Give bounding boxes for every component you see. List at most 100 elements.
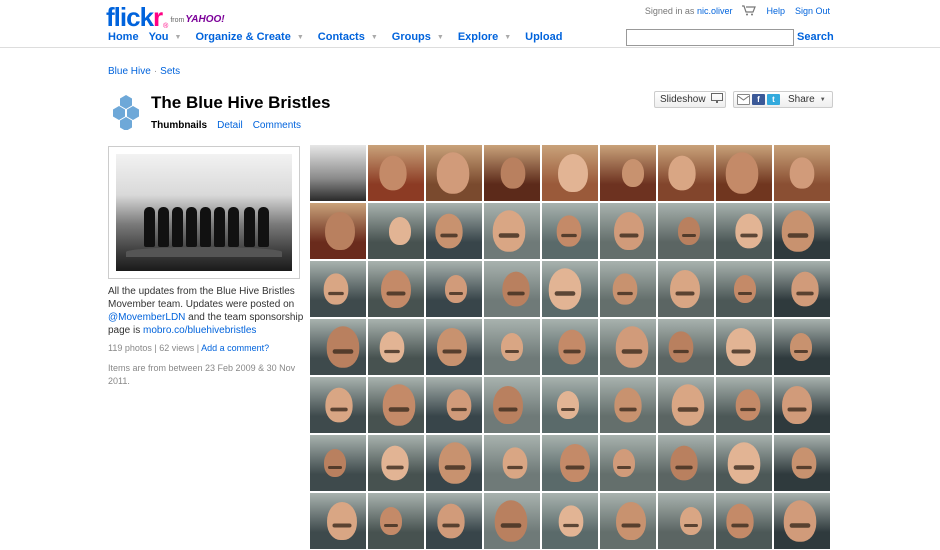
photo-thumbnail[interactable] (368, 319, 424, 375)
nav-contacts[interactable]: Contacts ▼ (318, 31, 382, 43)
moustache-shape (328, 466, 342, 469)
photo-thumbnail[interactable] (426, 261, 482, 317)
photo-thumbnail[interactable] (542, 319, 598, 375)
sign-out-link[interactable]: Sign Out (795, 6, 830, 16)
photo-thumbnail[interactable] (542, 493, 598, 549)
photo-thumbnail[interactable] (658, 203, 714, 259)
photo-thumbnail[interactable] (542, 377, 598, 433)
search-input[interactable] (626, 29, 794, 46)
movember-link[interactable]: @MovemberLDN (108, 312, 185, 323)
photo-thumbnail[interactable] (600, 319, 656, 375)
help-link[interactable]: Help (766, 6, 785, 16)
photo-thumbnail[interactable] (310, 493, 366, 549)
photo-thumbnail[interactable] (368, 145, 424, 201)
username-link[interactable]: nic.oliver (697, 6, 733, 16)
photo-thumbnail[interactable] (774, 261, 830, 317)
photo-thumbnail[interactable] (310, 203, 366, 259)
photo-thumbnail[interactable] (716, 493, 772, 549)
chevron-down-icon[interactable]: ▼ (437, 34, 444, 41)
cart-icon[interactable] (742, 5, 757, 16)
photo-thumbnail[interactable] (600, 145, 656, 201)
photo-thumbnail[interactable] (716, 319, 772, 375)
breadcrumb-sets[interactable]: Sets (160, 66, 180, 77)
photo-thumbnail[interactable] (484, 435, 540, 491)
photo-thumbnail[interactable] (368, 261, 424, 317)
chevron-down-icon[interactable]: ▼ (371, 34, 378, 41)
photo-thumbnail[interactable] (484, 319, 540, 375)
photo-thumbnail[interactable] (774, 493, 830, 549)
photo-thumbnail[interactable] (716, 435, 772, 491)
photo-thumbnail[interactable] (600, 261, 656, 317)
photo-thumbnail[interactable] (368, 377, 424, 433)
twitter-icon[interactable]: t (767, 94, 780, 105)
photo-thumbnail[interactable] (310, 319, 366, 375)
nav-explore[interactable]: Explore ▼ (458, 31, 515, 43)
photo-thumbnail[interactable] (658, 493, 714, 549)
photo-thumbnail[interactable] (542, 435, 598, 491)
photo-thumbnail[interactable] (774, 377, 830, 433)
photo-thumbnail[interactable] (426, 435, 482, 491)
photo-thumbnail[interactable] (774, 203, 830, 259)
chevron-down-icon[interactable]: ▼ (297, 34, 304, 41)
photo-thumbnail[interactable] (368, 203, 424, 259)
nav-upload[interactable]: Upload (525, 31, 562, 43)
photo-thumbnail[interactable] (774, 319, 830, 375)
photo-thumbnail[interactable] (716, 203, 772, 259)
photo-thumbnail[interactable] (774, 435, 830, 491)
photo-thumbnail[interactable] (658, 377, 714, 433)
photo-thumbnail[interactable] (368, 493, 424, 549)
photo-thumbnail[interactable] (542, 145, 598, 201)
photo-thumbnail[interactable] (484, 203, 540, 259)
photo-thumbnail[interactable] (426, 377, 482, 433)
photo-thumbnail[interactable] (600, 435, 656, 491)
photo-thumbnail[interactable] (774, 145, 830, 201)
chevron-down-icon[interactable]: ▼ (504, 34, 511, 41)
tab-comments[interactable]: Comments (253, 120, 301, 131)
nav-organize[interactable]: Organize & Create ▼ (195, 31, 307, 43)
slideshow-button[interactable]: Slideshow (654, 91, 726, 108)
photo-thumbnail[interactable] (426, 319, 482, 375)
photo-thumbnail[interactable] (310, 261, 366, 317)
chevron-down-icon[interactable]: ▼ (175, 34, 182, 41)
tab-detail[interactable]: Detail (217, 120, 243, 131)
set-cover-photo[interactable] (108, 146, 300, 279)
photo-thumbnail[interactable] (426, 145, 482, 201)
mail-icon[interactable] (737, 94, 750, 105)
photo-thumbnail[interactable] (716, 145, 772, 201)
nav-you[interactable]: You ▼ (149, 31, 186, 43)
breadcrumb-owner[interactable]: Blue Hive (108, 66, 151, 77)
photo-thumbnail[interactable] (658, 319, 714, 375)
sponsorship-link[interactable]: mobro.co/bluehivebristles (143, 325, 256, 336)
photo-thumbnail[interactable] (484, 493, 540, 549)
photo-thumbnail[interactable] (658, 261, 714, 317)
share-button[interactable]: Share (788, 94, 815, 105)
chevron-down-icon[interactable]: ▼ (820, 97, 826, 103)
face-shape (437, 503, 465, 539)
photo-thumbnail[interactable] (716, 261, 772, 317)
tab-thumbnails[interactable]: Thumbnails (151, 120, 207, 131)
photo-thumbnail[interactable] (484, 377, 540, 433)
photo-thumbnail[interactable] (600, 493, 656, 549)
photo-thumbnail[interactable] (600, 203, 656, 259)
photo-thumbnail[interactable] (484, 145, 540, 201)
photo-thumbnail[interactable] (310, 145, 366, 201)
photo-thumbnail[interactable] (368, 435, 424, 491)
photo-thumbnail[interactable] (542, 261, 598, 317)
photo-thumbnail[interactable] (658, 145, 714, 201)
photo-thumbnail[interactable] (658, 435, 714, 491)
add-comment-link[interactable]: Add a comment? (201, 343, 269, 353)
flickr-logo[interactable]: flickr ® from YAHOO! (106, 2, 225, 30)
nav-home[interactable]: Home (108, 31, 139, 43)
face-shape (437, 327, 467, 367)
photo-thumbnail[interactable] (310, 435, 366, 491)
photo-thumbnail[interactable] (542, 203, 598, 259)
facebook-icon[interactable]: f (752, 94, 765, 105)
photo-thumbnail[interactable] (600, 377, 656, 433)
photo-thumbnail[interactable] (716, 377, 772, 433)
photo-thumbnail[interactable] (484, 261, 540, 317)
photo-thumbnail[interactable] (426, 203, 482, 259)
photo-thumbnail[interactable] (426, 493, 482, 549)
photo-thumbnail[interactable] (310, 377, 366, 433)
nav-groups[interactable]: Groups ▼ (392, 31, 448, 43)
search-button[interactable]: Search (797, 31, 834, 43)
